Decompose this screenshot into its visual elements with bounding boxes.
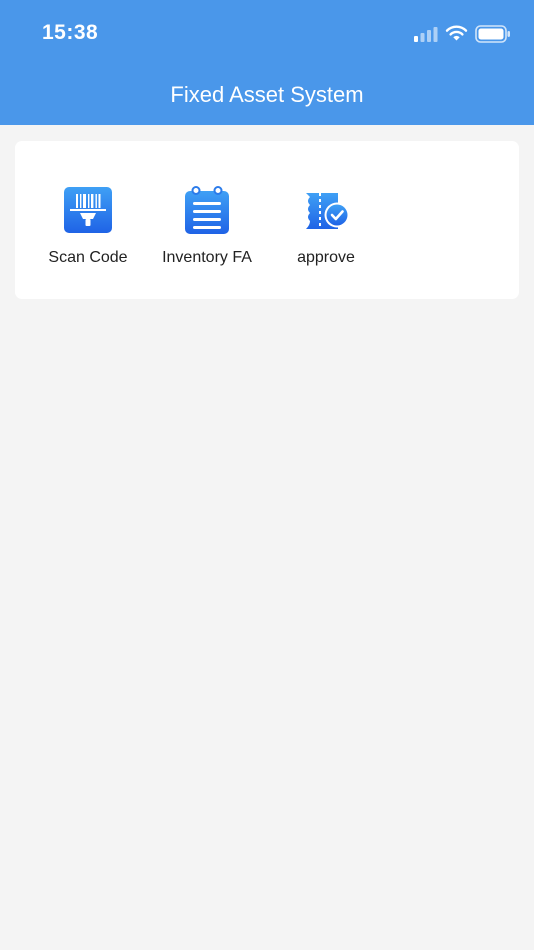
- battery-icon: [475, 25, 510, 43]
- status-bar: 15:38: [0, 0, 534, 70]
- approve-check-icon: [306, 193, 350, 229]
- barcode-scan-icon: [64, 187, 112, 233]
- menu-item-approve[interactable]: approve: [266, 141, 386, 299]
- menu-item-inventory-fa[interactable]: Inventory FA: [147, 141, 267, 299]
- menu-item-label: Scan Code: [48, 249, 128, 266]
- empty-content-area: [0, 299, 534, 950]
- cellular-signal-icon: [414, 27, 438, 42]
- menu-item-label: approve: [297, 249, 355, 266]
- app-header: 15:38 Fixed Asset System: [0, 0, 534, 125]
- menu-item-scan-code[interactable]: Scan Code: [28, 141, 148, 299]
- feature-menu-card: Scan Code Inventory FA approve: [15, 141, 519, 299]
- status-time: 15:38: [42, 21, 99, 44]
- wifi-icon: [445, 25, 468, 41]
- clipboard-list-icon: [185, 186, 229, 234]
- menu-item-label: Inventory FA: [162, 249, 252, 266]
- page-title: Fixed Asset System: [170, 82, 364, 107]
